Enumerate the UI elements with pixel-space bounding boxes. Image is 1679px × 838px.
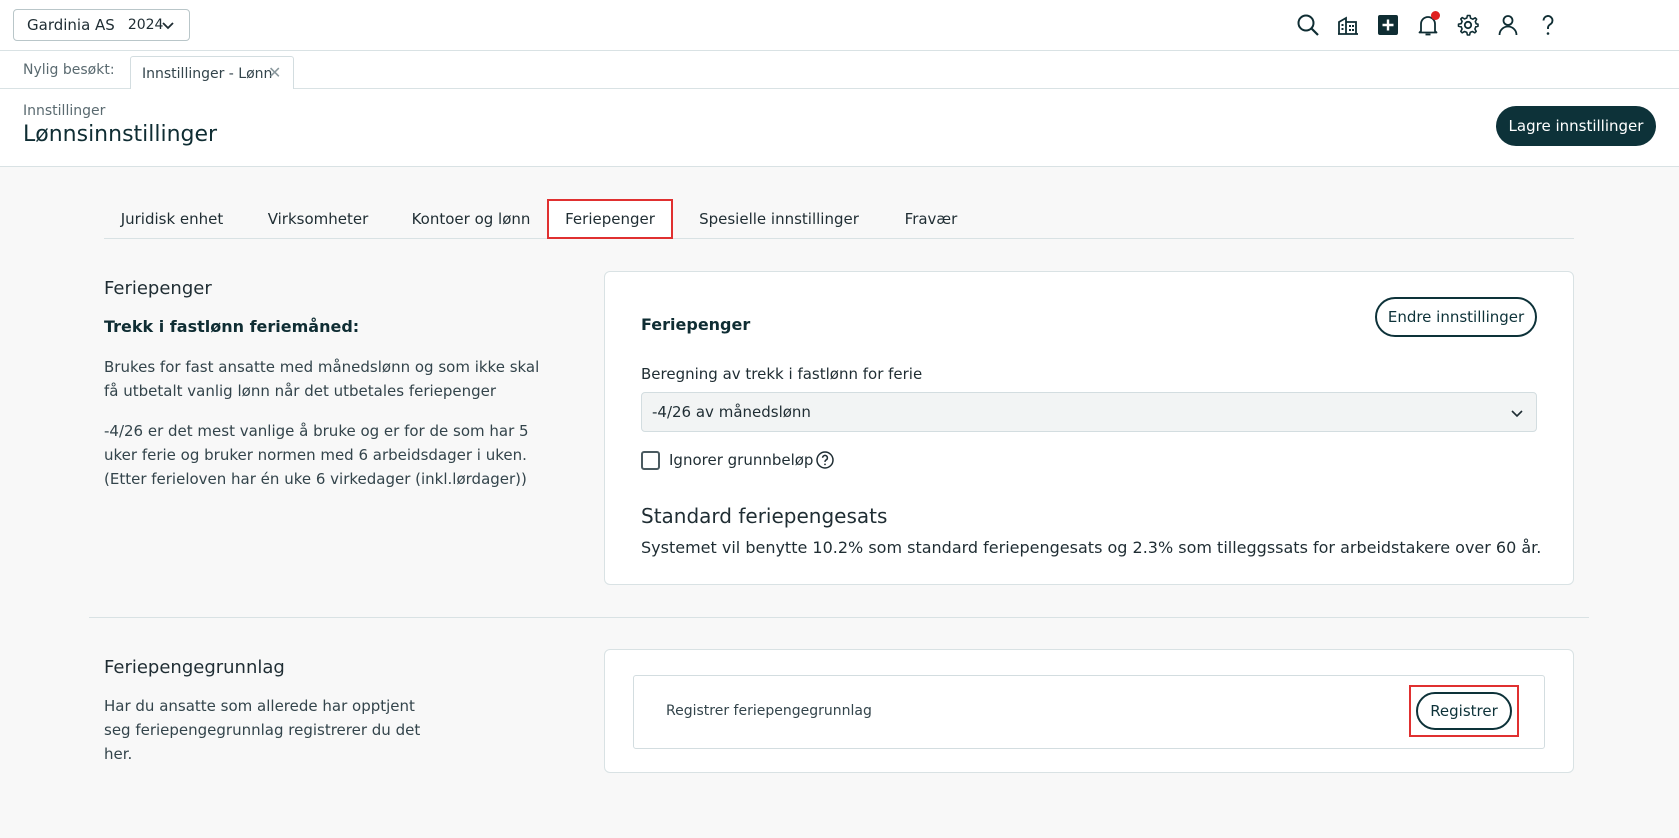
user-icon[interactable] <box>1495 12 1521 38</box>
notification-dot <box>1431 11 1440 20</box>
feriepenger-description-1: Brukes for fast ansatte med månedslønn o… <box>104 358 540 400</box>
standard-rate-title: Standard feriepengesats <box>641 504 888 528</box>
feriepenger-section-title: Feriepenger <box>104 278 212 299</box>
tab-juridisk-enhet[interactable]: Juridisk enhet <box>108 199 236 239</box>
section-divider <box>89 617 1589 618</box>
standard-rate-text: Systemet vil benytte 10.2% som standard … <box>641 538 1542 557</box>
recent-label: Nylig besøkt: <box>23 62 115 78</box>
tab-spesielle-innstillinger[interactable]: Spesielle innstillinger <box>689 199 869 239</box>
help-icon[interactable] <box>1535 12 1561 38</box>
feriepenger-card-title: Feriepenger <box>641 315 751 334</box>
ignore-grunnbelop-label[interactable]: Ignorer grunnbeløp <box>669 451 813 469</box>
recent-bar: Nylig besøkt: Innstillinger - Lønn ✕ <box>0 51 1679 90</box>
tab-virksomheter[interactable]: Virksomheter <box>254 199 382 239</box>
register-grunnlag-label: Registrer feriepengegrunnlag <box>666 703 872 719</box>
gear-icon[interactable] <box>1455 12 1481 38</box>
feriepenger-subtitle: Trekk i fastlønn feriemåned: <box>104 317 360 336</box>
year-label: 2024 <box>127 17 164 33</box>
buildings-icon[interactable] <box>1335 12 1361 38</box>
register-button[interactable]: Registrer <box>1416 692 1512 730</box>
calculation-select[interactable]: -4/26 av månedslønn <box>641 392 1537 432</box>
plus-square-icon[interactable] <box>1375 12 1401 38</box>
search-icon[interactable] <box>1295 12 1321 38</box>
breadcrumb[interactable]: Innstillinger <box>23 103 105 119</box>
grunnlag-card: Registrer feriepengegrunnlag Registrer <box>604 649 1574 773</box>
company-name: Gardinia AS <box>27 16 115 34</box>
chevron-down-icon <box>162 22 174 30</box>
chevron-down-icon <box>1511 410 1523 418</box>
settings-tabs: Juridisk enhet Virksomheter Kontoer og l… <box>104 199 1574 239</box>
page-header: Innstillinger Lønnsinnstillinger Lagre i… <box>0 89 1679 167</box>
feriepenger-card: Feriepenger Endre innstillinger Beregnin… <box>604 271 1574 585</box>
grunnlag-description: Har du ansatte som allerede har opptjent… <box>104 697 421 763</box>
calculation-field-label: Beregning av trekk i fastlønn for ferie <box>641 365 923 383</box>
company-year-select[interactable]: Gardinia AS 2024 <box>13 9 190 41</box>
save-settings-button[interactable]: Lagre innstillinger <box>1496 106 1656 146</box>
top-bar: Gardinia AS 2024 <box>0 0 1679 51</box>
ignore-grunnbelop-checkbox[interactable] <box>641 451 660 470</box>
feriepenger-description-2: -4/26 er det mest vanlige å bruke og er … <box>104 422 529 488</box>
grunnlag-section-title: Feriepengegrunnlag <box>104 657 285 678</box>
recent-tab-label: Innstillinger - Lønn <box>142 65 273 82</box>
question-circle-icon[interactable] <box>815 450 835 470</box>
tab-feriepenger[interactable]: Feriepenger <box>547 199 673 239</box>
tab-fravaer[interactable]: Fravær <box>886 199 976 239</box>
calculation-select-value: -4/26 av månedslønn <box>652 403 811 421</box>
register-grunnlag-row: Registrer feriepengegrunnlag Registrer <box>633 675 1545 749</box>
tab-kontoer-og-lonn[interactable]: Kontoer og lønn <box>396 199 546 239</box>
recent-tab-innstillinger-lonn[interactable]: Innstillinger - Lønn ✕ <box>130 56 294 90</box>
page-title: Lønnsinnstillinger <box>23 122 218 147</box>
bell-icon[interactable] <box>1415 11 1441 38</box>
close-icon[interactable]: ✕ <box>268 65 282 81</box>
edit-settings-button[interactable]: Endre innstillinger <box>1375 297 1537 337</box>
